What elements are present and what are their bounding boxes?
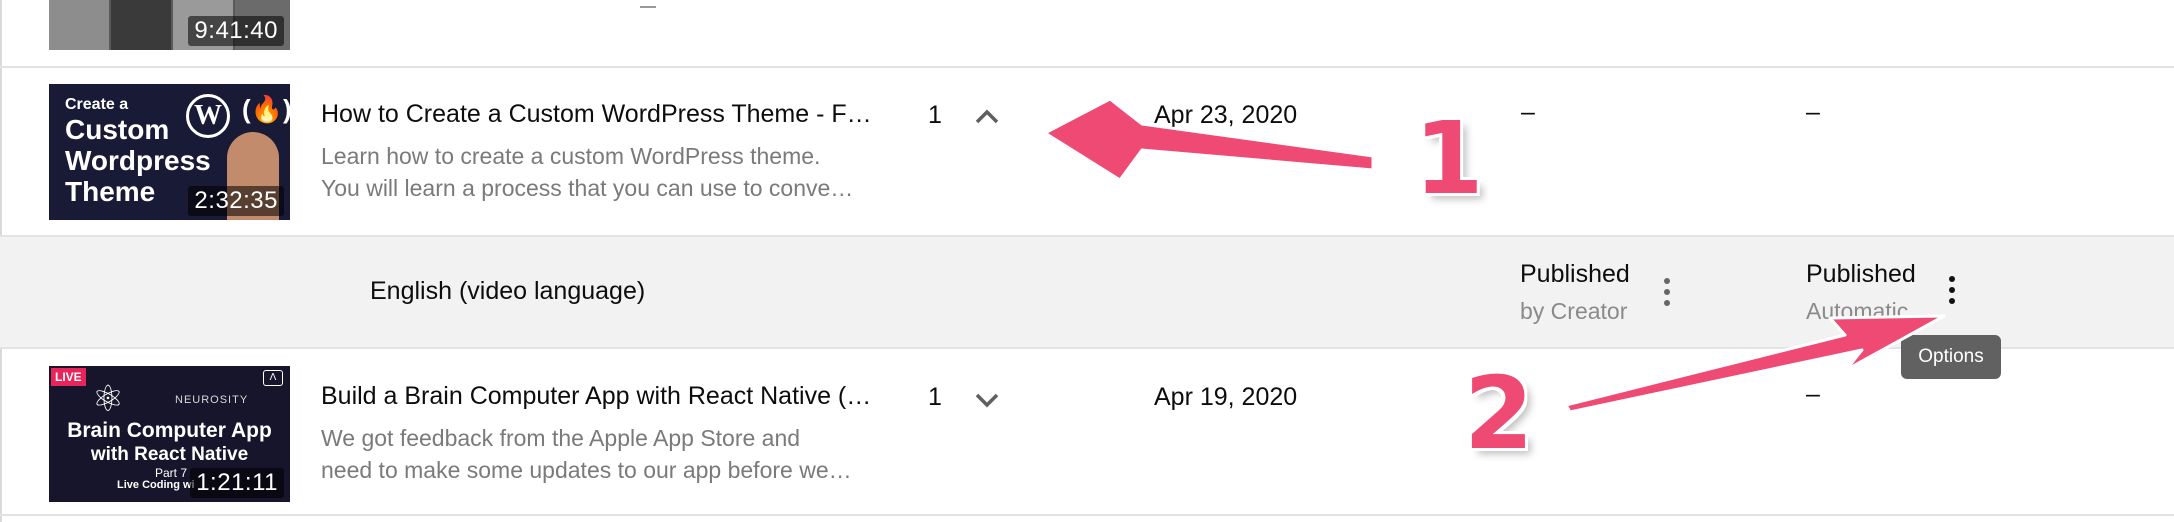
annotation-arrows <box>1043 97 1946 414</box>
arrow-1 <box>1043 97 1375 182</box>
arrow-2 <box>1564 314 1946 414</box>
annotation-number-2: 2 <box>1464 355 1534 472</box>
annotation-number-1: 1 <box>1414 100 1484 217</box>
